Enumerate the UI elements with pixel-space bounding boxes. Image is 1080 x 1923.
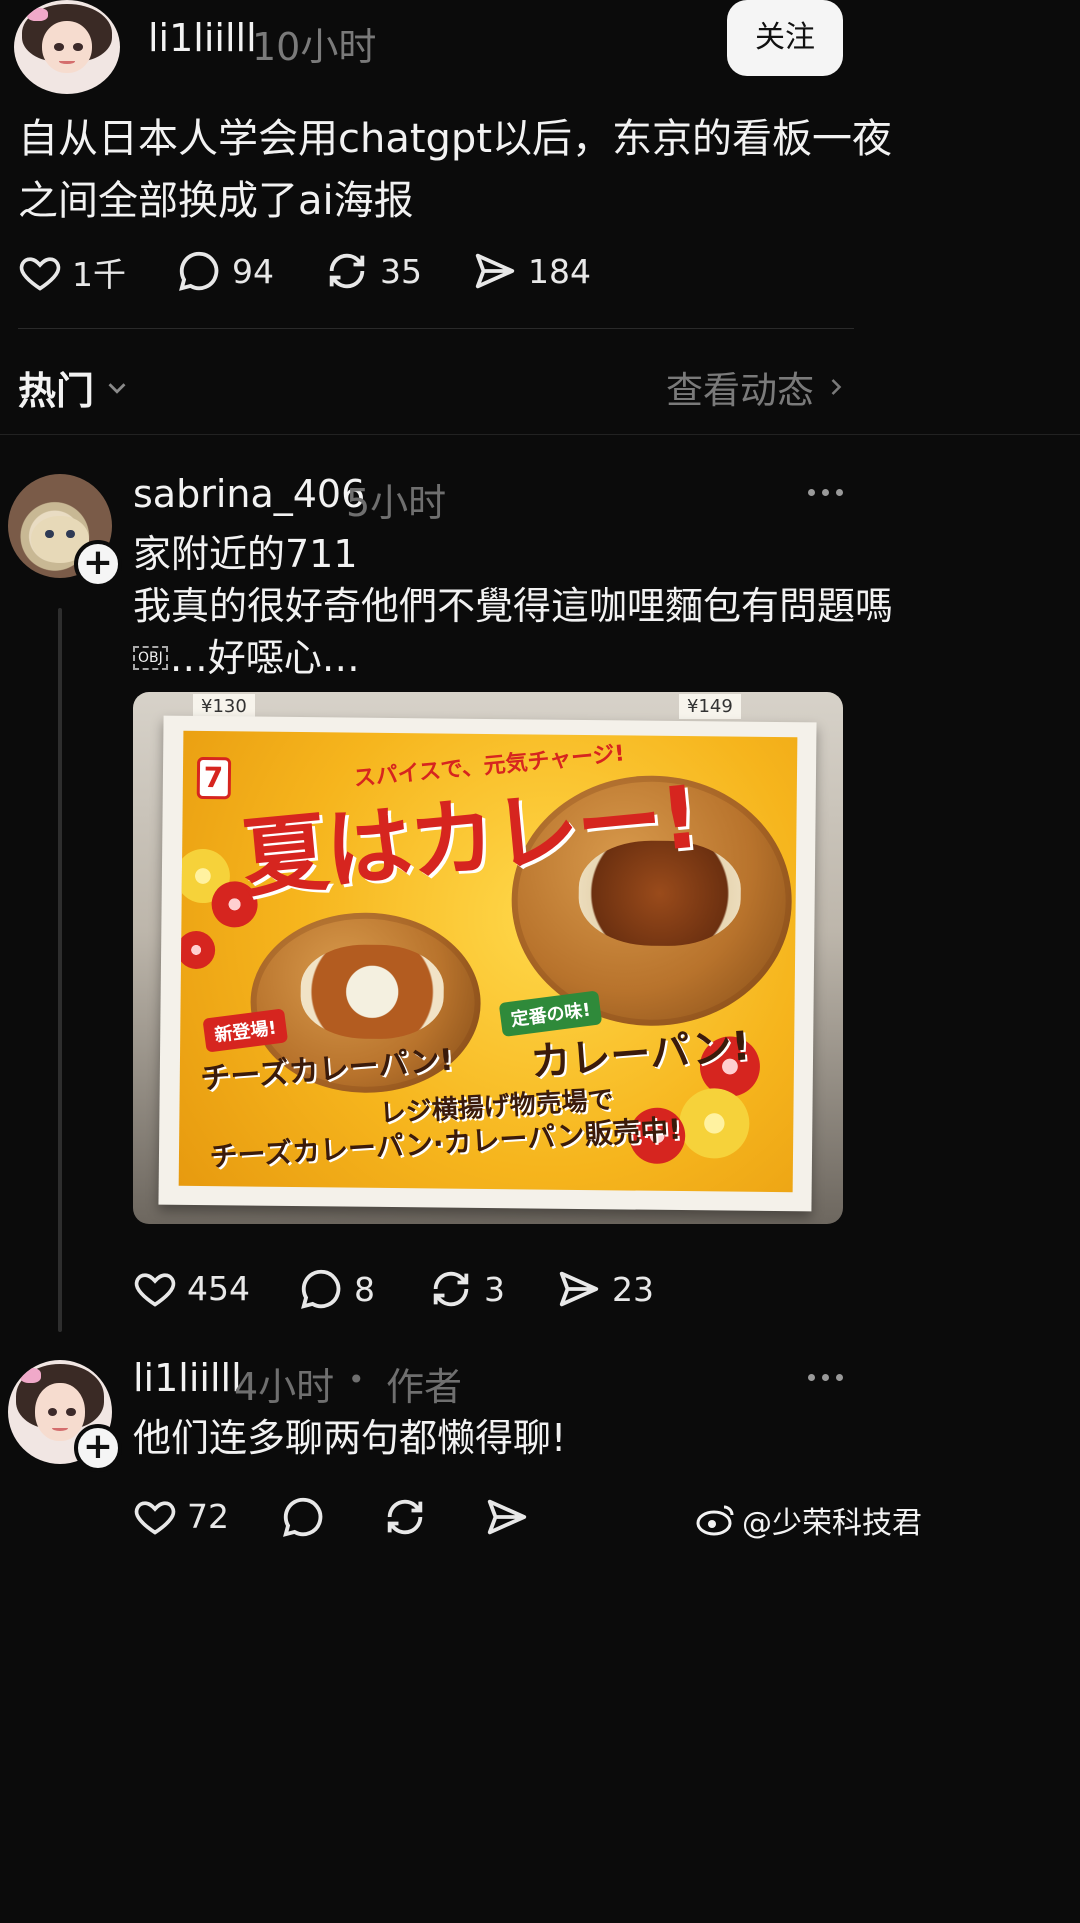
share-count: 184	[528, 251, 591, 291]
repost-count: 35	[380, 251, 422, 291]
comment-button[interactable]: 8	[298, 1266, 375, 1312]
like-button[interactable]: 72	[133, 1494, 229, 1538]
follow-plus-button[interactable]: +	[74, 1424, 122, 1472]
comment-count: 94	[232, 251, 274, 291]
view-activity-label: 查看动态	[666, 369, 814, 412]
reply-text: 家附近的711 我真的很好奇他們不覺得這咖哩麵包有問題嗎 OBJ …好噁心…	[133, 528, 1053, 684]
reply-time: 5小时	[346, 481, 447, 525]
send-icon	[475, 253, 515, 289]
seven-eleven-logo: 7	[196, 756, 232, 799]
watermark: @少荣科技君	[696, 1498, 922, 1542]
hibiscus-decoration	[678, 1087, 750, 1159]
repost-button[interactable]: 35	[324, 248, 422, 294]
like-count: 454	[187, 1268, 250, 1308]
comment-icon	[283, 1497, 323, 1537]
reply-text-line-tail: …好噁心…	[169, 636, 360, 680]
comment-button[interactable]: 94	[176, 248, 274, 294]
post-time: 10小时	[252, 25, 377, 69]
post-text-line: 自从日本人学会用chatgpt以后，东京的看板一夜	[18, 116, 893, 162]
comment-button[interactable]	[280, 1494, 336, 1540]
comment-count: 8	[354, 1269, 375, 1309]
divider	[18, 328, 854, 329]
sort-dropdown[interactable]: 热门	[18, 360, 132, 415]
chevron-down-icon	[108, 382, 126, 394]
follow-plus-button[interactable]: +	[74, 540, 122, 588]
repost-button[interactable]: 3	[428, 1266, 505, 1312]
post-username[interactable]: li1liilll	[148, 16, 257, 60]
repost-count: 3	[484, 1269, 505, 1309]
post-author-avatar[interactable]	[14, 0, 120, 94]
like-button[interactable]: 454	[133, 1266, 250, 1310]
divider	[0, 434, 1080, 435]
repost-icon	[387, 1499, 423, 1535]
share-button[interactable]	[484, 1494, 540, 1540]
repost-icon	[433, 1271, 469, 1307]
poster-sheet: 7 スパイスで、元気チャージ! 夏はカレー! 新登場! チーズカレーパン! 定番…	[158, 715, 818, 1212]
heart-icon	[134, 1501, 176, 1535]
heart-icon	[19, 257, 61, 291]
repost-icon	[329, 253, 365, 289]
reply-photo[interactable]: ¥130 ¥149 7 スパイスで、元気チャージ! 夏はカレー! 新登場! チー…	[133, 692, 843, 1224]
view-activity-link[interactable]: 查看动态	[666, 360, 850, 414]
heart-icon	[134, 1273, 176, 1307]
more-options-icon[interactable]	[808, 1374, 843, 1381]
reply-time: 4小时	[234, 1365, 335, 1409]
reply-text-line: 家附近的711	[133, 532, 358, 576]
follow-button[interactable]: 关注	[727, 0, 843, 76]
like-count: 72	[187, 1496, 229, 1536]
reply-text-line: 我真的很好奇他們不覺得這咖哩麵包有問題嗎	[133, 584, 894, 628]
thread-line	[58, 608, 62, 1332]
reply-text: 他们连多聊两句都懒得聊!	[133, 1416, 567, 1460]
send-icon	[559, 1271, 599, 1307]
post-text: 自从日本人学会用chatgpt以后，东京的看板一夜 之间全部换成了ai海报	[18, 108, 1058, 232]
repost-button[interactable]	[382, 1494, 438, 1540]
send-icon	[487, 1499, 527, 1535]
more-options-icon[interactable]	[808, 489, 843, 496]
share-button[interactable]: 184	[472, 248, 591, 294]
share-count: 23	[612, 1269, 654, 1309]
separator-dot: •	[348, 1363, 365, 1396]
weibo-logo-icon	[696, 1505, 734, 1536]
hibiscus-decoration	[178, 930, 216, 969]
reply-username[interactable]: li1liilll	[133, 1356, 242, 1400]
like-count: 1千	[72, 255, 126, 294]
share-button[interactable]: 23	[556, 1266, 654, 1312]
like-button[interactable]: 1千	[18, 248, 126, 296]
comment-icon	[179, 251, 219, 291]
comment-icon	[301, 1269, 341, 1309]
chevron-right-icon	[831, 379, 842, 395]
sort-label: 热门	[18, 369, 95, 413]
reply-text-line: OBJ …好噁心…	[133, 632, 1053, 684]
poster: 7 スパイスで、元気チャージ! 夏はカレー! 新登場! チーズカレーパン! 定番…	[178, 730, 798, 1192]
reply-username[interactable]: sabrina_406	[133, 472, 365, 516]
author-badge: 作者	[386, 1365, 463, 1409]
obj-placeholder-icon: OBJ	[133, 646, 168, 670]
price-tag: ¥149	[679, 694, 741, 719]
post-text-line: 之间全部换成了ai海报	[18, 178, 414, 224]
watermark-text: @少荣科技君	[742, 1506, 922, 1541]
